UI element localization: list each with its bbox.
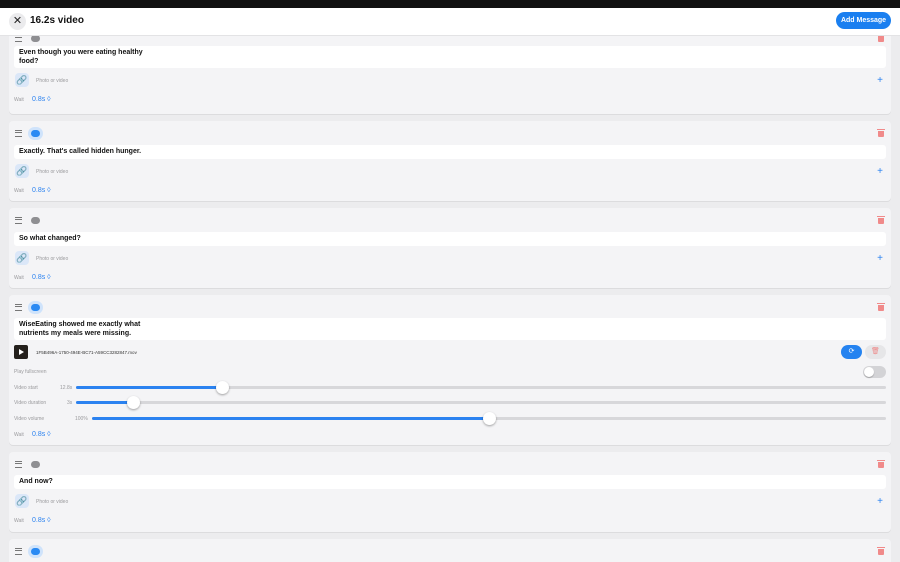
message-card: And now? 🔗 Photo or video + Wait 0.8s ◊	[9, 452, 891, 532]
video-volume-slider-handle[interactable]	[483, 412, 496, 425]
video-volume-label: Video volume	[14, 416, 45, 422]
video-duration-slider[interactable]	[76, 396, 886, 409]
video-start-label: Video start	[14, 385, 38, 391]
top-status-strip	[0, 0, 900, 8]
sender-avatar-icon[interactable]	[31, 130, 40, 137]
trash-icon[interactable]	[878, 36, 884, 42]
video-duration-label: Video duration	[14, 400, 47, 406]
message-line: So what changed?	[19, 235, 81, 242]
video-duration-value: 3s	[67, 400, 73, 406]
add-media-icon[interactable]: +	[877, 497, 883, 507]
message-card	[9, 539, 891, 562]
sender-avatar-icon[interactable]	[31, 217, 40, 224]
drag-handle-icon[interactable]	[15, 36, 22, 42]
close-button[interactable]: ✕	[9, 13, 26, 30]
message-line: food?	[19, 58, 39, 65]
wait-stepper[interactable]: 0.8s ◊	[32, 517, 51, 524]
trash-icon[interactable]	[877, 303, 885, 311]
photo-or-video-label: Photo or video	[36, 169, 69, 175]
photo-or-video-label: Photo or video	[36, 78, 69, 84]
message-line: WiseEating showed me exactly what	[19, 321, 141, 328]
wait-label: Wait	[14, 97, 24, 103]
trash-icon[interactable]	[877, 216, 885, 224]
attachment-icon[interactable]: 🔗	[15, 251, 29, 265]
sender-avatar-icon[interactable]	[31, 36, 40, 42]
message-card: Even though you were eating healthy food…	[9, 36, 891, 114]
video-volume-slider[interactable]	[92, 412, 886, 425]
video-volume-value: 100%	[75, 416, 88, 422]
play-fullscreen-label: Play fullscreen	[14, 369, 47, 375]
attachment-icon[interactable]: 🔗	[15, 164, 29, 178]
video-filename: 1F5B496A-1750-494E-BC71-A59CC3282847.mov	[36, 350, 137, 355]
message-text-field[interactable]: Exactly. That's called hidden hunger.	[14, 145, 886, 159]
message-card: So what changed? 🔗 Photo or video + Wait…	[9, 208, 891, 288]
delete-video-button[interactable]: 🗑	[865, 345, 886, 359]
sender-avatar-icon[interactable]	[31, 461, 40, 468]
trash-icon[interactable]	[877, 129, 885, 137]
video-start-slider-handle[interactable]	[215, 381, 229, 394]
video-start-value: 12.8s	[60, 385, 73, 391]
message-text-field[interactable]: And now?	[14, 475, 886, 489]
wait-stepper[interactable]: 0.8s ◊	[32, 431, 51, 438]
wait-label: Wait	[14, 275, 24, 281]
header-bar: ✕ 16.2s video Add Message	[0, 8, 900, 36]
play-fullscreen-toggle[interactable]	[863, 366, 886, 378]
wait-stepper[interactable]: 0.8s ◊	[32, 274, 51, 281]
video-thumbnail[interactable]	[14, 345, 28, 359]
message-text-field[interactable]: WiseEating showed me exactly what nutrie…	[14, 318, 886, 340]
wait-stepper[interactable]: 0.8s ◊	[32, 187, 51, 194]
video-start-slider[interactable]	[76, 381, 886, 394]
message-line: nutrients my meals were missing.	[19, 330, 132, 337]
wait-label: Wait	[14, 432, 24, 438]
drag-handle-icon[interactable]	[15, 130, 22, 137]
video-start-slider-fill	[76, 386, 222, 389]
message-card: Exactly. That's called hidden hunger. 🔗 …	[9, 121, 891, 201]
add-message-button[interactable]: Add Message	[836, 12, 891, 29]
photo-or-video-label: Photo or video	[36, 499, 69, 505]
wait-label: Wait	[14, 188, 24, 194]
message-line: And now?	[19, 478, 53, 485]
add-media-icon[interactable]: +	[877, 76, 883, 86]
message-line: Even though you were eating healthy	[19, 49, 143, 56]
page-title: 16.2s video	[30, 15, 84, 26]
message-card: WiseEating showed me exactly what nutrie…	[9, 295, 891, 445]
wait-stepper[interactable]: 0.8s ◊	[32, 96, 51, 103]
drag-handle-icon[interactable]	[15, 461, 22, 468]
message-list: Even though you were eating healthy food…	[0, 36, 900, 562]
wait-label: Wait	[14, 518, 24, 524]
message-line: Exactly. That's called hidden hunger.	[19, 148, 142, 155]
message-text-field[interactable]: So what changed?	[14, 232, 886, 246]
video-duration-slider-handle[interactable]	[126, 396, 140, 409]
replace-video-button[interactable]: ⟳	[841, 345, 862, 359]
drag-handle-icon[interactable]	[15, 217, 22, 224]
sender-avatar-icon[interactable]	[31, 304, 40, 311]
trash-icon[interactable]	[877, 460, 885, 468]
message-text-field[interactable]: Even though you were eating healthy food…	[14, 46, 886, 68]
video-volume-slider-fill	[92, 417, 489, 420]
attachment-icon[interactable]: 🔗	[15, 494, 29, 508]
add-media-icon[interactable]: +	[877, 254, 883, 264]
trash-icon[interactable]	[877, 547, 885, 555]
photo-or-video-label: Photo or video	[36, 256, 69, 262]
add-media-icon[interactable]: +	[877, 167, 883, 177]
attachment-icon[interactable]: 🔗	[15, 73, 29, 87]
sender-avatar-icon[interactable]	[31, 548, 40, 555]
video-duration-slider-fill	[76, 401, 133, 404]
drag-handle-icon[interactable]	[15, 304, 22, 311]
drag-handle-icon[interactable]	[15, 548, 22, 555]
